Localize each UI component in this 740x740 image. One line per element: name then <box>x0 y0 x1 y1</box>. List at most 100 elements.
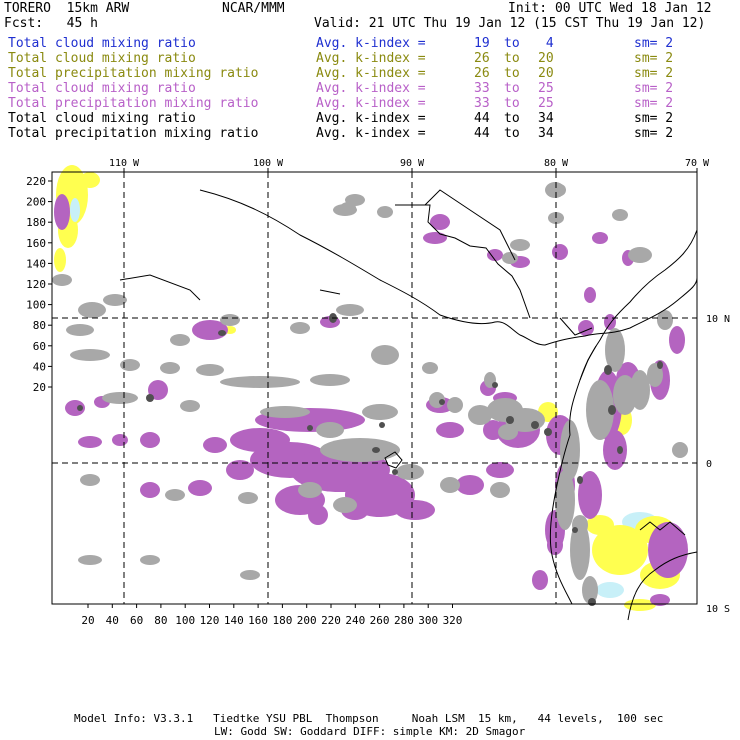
cloud-cyan-blob <box>596 582 624 598</box>
legend-to: to <box>504 81 520 96</box>
cloud-purple-blob <box>486 462 514 478</box>
cloud-gray-blob <box>630 370 650 410</box>
cloud-gray-blob <box>612 209 628 221</box>
latitude-label: 0 <box>706 459 712 470</box>
coastline <box>119 274 201 301</box>
cloud-gray-blob <box>78 555 102 565</box>
convective-core <box>379 422 385 428</box>
longitude-label: 100 W <box>253 158 284 169</box>
cloud-gray-blob <box>498 424 518 440</box>
grid-x-label: 240 <box>345 614 365 627</box>
legend-sm: sm= 2 <box>634 66 674 81</box>
legend-field: Total precipitation mixing ratio <box>8 96 259 111</box>
legend-b: 20 <box>538 66 554 81</box>
convective-core <box>372 447 380 453</box>
legend-sm: sm= 2 <box>634 51 674 66</box>
legend-avg: Avg. k-index = <box>316 96 426 111</box>
organization-label: NCAR/MMM <box>222 1 285 16</box>
grid-y-label: 220 <box>26 175 46 188</box>
cloud-purple-blob <box>592 232 608 244</box>
convective-core <box>146 394 154 402</box>
legend-a: 19 <box>474 36 490 51</box>
cloud-gray-blob <box>371 345 399 365</box>
cloud-purple-blob <box>669 326 685 354</box>
legend-sm: sm= 2 <box>634 111 674 126</box>
cloud-gray-blob <box>396 464 424 480</box>
legend-sm: sm= 2 <box>634 81 674 96</box>
legend-sm: sm= 2 <box>634 96 674 111</box>
grid-y-label: 20 <box>33 381 46 394</box>
cloud-gray-blob <box>447 397 463 413</box>
cloud-purple-blob <box>395 500 435 520</box>
model-info-line1: Model Info: V3.3.1 Tiedtke YSU PBL Thomp… <box>74 712 664 725</box>
convective-core <box>604 365 612 375</box>
grid-x-label: 160 <box>248 614 268 627</box>
cloud-gray-blob <box>196 364 224 376</box>
grid-x-label: 140 <box>224 614 244 627</box>
legend-sm: sm= 2 <box>634 36 674 51</box>
cloud-cyan-blob <box>70 198 80 222</box>
cloud-gray-blob <box>510 239 530 251</box>
convective-core <box>531 421 539 429</box>
forecast-hour: Fcst: 45 h <box>4 16 98 31</box>
cloud-gray-blob <box>78 302 106 318</box>
grid-y-label: 100 <box>26 299 46 312</box>
convective-core <box>392 469 398 475</box>
grid-y-label: 160 <box>26 237 46 250</box>
legend-to: to <box>504 111 520 126</box>
legend-avg: Avg. k-index = <box>316 81 426 96</box>
grid-x-label: 60 <box>130 614 143 627</box>
cloud-gray-blob <box>362 404 398 420</box>
legend-to: to <box>504 36 520 51</box>
convective-core <box>608 405 616 415</box>
model-title: TORERO 15km ARW <box>4 1 130 16</box>
cloud-gray-blob <box>220 314 240 326</box>
latitude-label: 10 N <box>706 314 730 325</box>
cloud-purple-blob <box>552 244 568 260</box>
legend-field: Total cloud mixing ratio <box>8 111 196 126</box>
cloud-gray-blob <box>52 274 72 286</box>
cloud-gray-blob <box>345 194 365 206</box>
grid-x-label: 20 <box>81 614 94 627</box>
legend-a: 33 <box>474 81 490 96</box>
legend-field: Total precipitation mixing ratio <box>8 126 259 141</box>
cloud-yellow-blob <box>80 172 100 188</box>
init-time: Init: 00 UTC Wed 18 Jan 12 <box>508 1 712 16</box>
legend-a: 44 <box>474 111 490 126</box>
cloud-gray-blob <box>320 438 400 462</box>
grid-x-label: 40 <box>106 614 119 627</box>
weather-map: 110 W 100 W 90 W 80 W 70 W 10 N 0 10 S 220 200 180… <box>26 158 730 627</box>
cloud-purple-blob <box>188 480 212 496</box>
cloud-gray-blob <box>103 294 127 306</box>
cloud-gray-blob <box>290 322 310 334</box>
cloud-gray-blob <box>80 474 100 486</box>
grid-x-label: 120 <box>200 614 220 627</box>
grid-y-label: 140 <box>26 257 46 270</box>
grid-x-label: 180 <box>272 614 292 627</box>
cloud-purple-blob <box>140 432 160 448</box>
cloud-gray-blob <box>298 482 322 498</box>
longitude-label: 110 W <box>109 158 140 169</box>
cloud-gray-blob <box>165 489 185 501</box>
cloud-gray-blob <box>66 324 94 336</box>
cloud-gray-blob <box>672 442 688 458</box>
grid-y-label: 200 <box>26 196 46 209</box>
cloud-gray-blob <box>120 359 140 371</box>
cloud-yellow-blob <box>54 248 66 272</box>
cloud-gray-blob <box>238 492 258 504</box>
cloud-gray-blob <box>502 252 518 264</box>
cloud-gray-blob <box>220 376 300 388</box>
legend-avg: Avg. k-index = <box>316 36 426 51</box>
cloud-gray-blob <box>240 570 260 580</box>
cloud-purple-blob <box>203 437 227 453</box>
grid-y-label: 180 <box>26 216 46 229</box>
legend-a: 33 <box>474 96 490 111</box>
convective-core <box>657 361 663 369</box>
coastline <box>319 289 341 295</box>
cloud-purple-blob <box>54 194 70 230</box>
legend-b: 25 <box>538 81 554 96</box>
convective-core <box>572 527 578 533</box>
legend-b: 34 <box>538 126 554 141</box>
grid-y-label: 60 <box>33 340 46 353</box>
cloud-purple-blob <box>456 475 484 495</box>
